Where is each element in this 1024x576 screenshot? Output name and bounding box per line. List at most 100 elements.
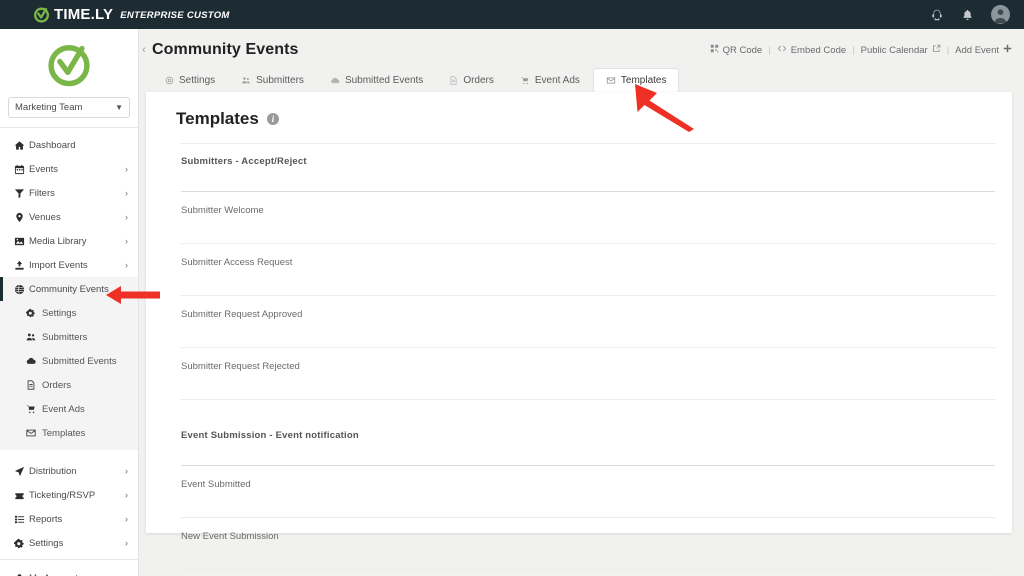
sidebar-item-reports[interactable]: Reports ›: [0, 507, 138, 531]
chevron-right-icon: ›: [125, 490, 128, 500]
template-row[interactable]: Submitter Access Request: [146, 244, 1012, 281]
sidebar-collapse-button[interactable]: ‹: [138, 44, 150, 56]
sidebar-item-label: Events: [29, 163, 59, 175]
tab-bar: Settings Submitters Submitted Events Ord…: [152, 68, 680, 92]
embed-code-action[interactable]: Embed Code: [777, 44, 846, 56]
public-calendar-action[interactable]: Public Calendar: [861, 44, 941, 56]
sidebar-subitem-submitters[interactable]: Submitters: [0, 325, 138, 349]
sidebar-item-ticketing-rsvp[interactable]: Ticketing/RSVP ›: [0, 483, 138, 507]
sidebar-subitem-label: Templates: [42, 427, 86, 439]
external-link-icon: [932, 44, 941, 56]
sidebar-subitem-label: Settings: [42, 307, 77, 319]
bell-icon[interactable]: [961, 8, 974, 22]
cloud-icon: [26, 356, 39, 366]
plus-icon: [1003, 44, 1012, 56]
sidebar-item-label: Import Events: [29, 259, 88, 271]
team-selector[interactable]: Marketing Team ▼: [8, 97, 130, 118]
tab-submitted-events[interactable]: Submitted Events: [317, 68, 436, 92]
sidebar-item-label: Dashboard: [29, 139, 76, 151]
sidebar-item-my-account[interactable]: My Account ›: [0, 566, 138, 576]
tab-label: Submitters: [256, 75, 304, 86]
template-group-heading: Submitters - Accept/Reject: [181, 156, 307, 167]
chevron-right-icon: ›: [125, 260, 128, 270]
sidebar-subitem-orders[interactable]: Orders: [0, 373, 138, 397]
calendar-icon: [14, 164, 27, 175]
brand-logo[interactable]: TIME.LY ENTERPRISE CUSTOM: [33, 6, 230, 23]
sidebar-logo[interactable]: [0, 29, 138, 89]
top-bar: TIME.LY ENTERPRISE CUSTOM: [0, 0, 1024, 29]
sidebar-item-events[interactable]: Events ›: [0, 157, 138, 181]
user-avatar-icon[interactable]: [991, 5, 1010, 24]
chevron-right-icon: ›: [125, 466, 128, 476]
document-icon: [449, 76, 458, 85]
chevron-right-icon: ›: [125, 514, 128, 524]
tab-templates[interactable]: Templates: [592, 68, 680, 92]
chevron-right-icon: ›: [125, 236, 128, 246]
sidebar-item-label: My Account: [29, 573, 78, 576]
template-row[interactable]: Event Submitted: [146, 466, 1012, 503]
sidebar-item-filters[interactable]: Filters ›: [0, 181, 138, 205]
sidebar-item-venues[interactable]: Venues ›: [0, 205, 138, 229]
sidebar-item-label: Settings: [29, 537, 64, 549]
support-agent-icon[interactable]: [930, 8, 944, 22]
sidebar-item-label: Filters: [29, 187, 55, 199]
cloud-icon: [330, 76, 340, 85]
sidebar-subitem-settings[interactable]: Settings: [0, 301, 138, 325]
sidebar-subitem-label: Event Ads: [42, 403, 85, 415]
sidebar-subitem-label: Submitted Events: [42, 355, 117, 367]
document-icon: [26, 380, 39, 390]
info-icon[interactable]: i: [266, 113, 279, 125]
qr-code-icon: [710, 44, 719, 56]
funnel-icon: [14, 188, 27, 199]
sidebar-item-label: Reports: [29, 513, 63, 525]
qr-code-action[interactable]: QR Code: [710, 44, 762, 56]
cart-icon: [520, 76, 530, 85]
chevron-right-icon: ›: [125, 164, 128, 174]
brand-name: TIME.LY: [54, 6, 114, 23]
image-icon: [14, 236, 27, 247]
sidebar-nav: Dashboard Events › Filters › Venues › Me…: [0, 128, 138, 576]
chevron-down-icon: ▼: [115, 103, 123, 112]
sidebar-item-settings[interactable]: Settings ›: [0, 531, 138, 555]
public-calendar-label: Public Calendar: [860, 44, 928, 56]
template-row[interactable]: Submitter Request Approved: [146, 296, 1012, 333]
tab-settings[interactable]: Settings: [152, 68, 228, 92]
page-title: Community Events: [152, 41, 299, 58]
sidebar-subitem-submitted-events[interactable]: Submitted Events: [0, 349, 138, 373]
cart-icon: [26, 404, 39, 414]
sidebar-item-label: Community Events: [29, 283, 109, 295]
gear-icon: [26, 308, 39, 318]
envelope-icon: [26, 428, 39, 438]
group-gap: [146, 400, 1012, 418]
sidebar-item-dashboard[interactable]: Dashboard: [0, 133, 138, 157]
add-event-action[interactable]: Add Event: [955, 44, 1012, 56]
sidebar-subitem-event-ads[interactable]: Event Ads: [0, 397, 138, 421]
tab-submitters[interactable]: Submitters: [228, 68, 317, 92]
action-separator: |: [946, 44, 950, 56]
template-row[interactable]: New Event Submission: [146, 518, 1012, 555]
sidebar-item-distribution[interactable]: Distribution ›: [0, 459, 138, 483]
gear-icon: [165, 76, 174, 85]
card-title-text: Templates: [176, 109, 259, 128]
ticket-icon: [14, 490, 27, 501]
chevron-right-icon: ›: [125, 188, 128, 198]
users-icon: [26, 332, 39, 342]
sidebar-item-import-events[interactable]: Import Events ›: [0, 253, 138, 277]
import-icon: [14, 260, 27, 271]
tab-event-ads[interactable]: Event Ads: [507, 68, 593, 92]
sidebar: Marketing Team ▼ Dashboard Events › Filt…: [0, 29, 139, 576]
sidebar-subitem-templates[interactable]: Templates: [0, 421, 138, 445]
team-selector-value: Marketing Team: [15, 102, 83, 113]
sidebar-item-media-library[interactable]: Media Library ›: [0, 229, 138, 253]
sidebar-item-label: Venues: [29, 211, 61, 223]
sidebar-divider-bottom: [0, 559, 138, 560]
sidebar-item-community-events[interactable]: Community Events: [0, 277, 138, 301]
template-row[interactable]: Event Accepted: [146, 570, 1012, 576]
sidebar-item-label: Distribution: [29, 465, 77, 477]
card-title: Templates i: [146, 92, 1012, 129]
template-row[interactable]: Submitter Request Rejected: [146, 348, 1012, 385]
tab-orders[interactable]: Orders: [436, 68, 507, 92]
template-row[interactable]: Submitter Welcome: [146, 192, 1012, 229]
sidebar-item-label: Ticketing/RSVP: [29, 489, 96, 501]
envelope-icon: [606, 76, 616, 85]
